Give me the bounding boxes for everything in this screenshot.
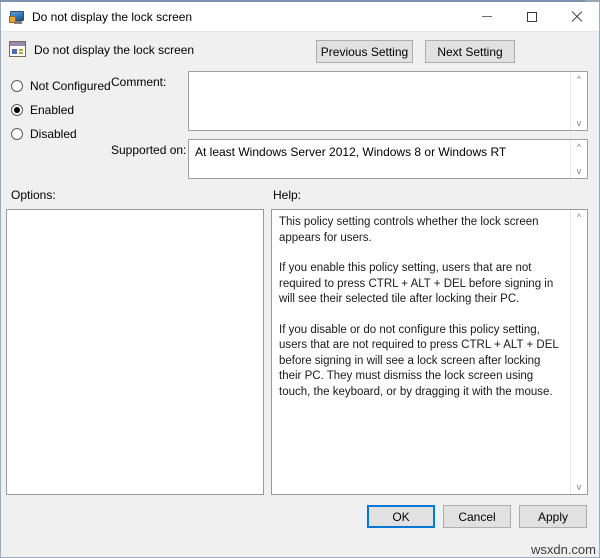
help-section-label: Help: [273,188,301,202]
scroll-down-icon[interactable]: v [571,116,587,130]
scroll-up-icon[interactable]: ^ [571,210,587,224]
help-paragraph: This policy setting controls whether the… [279,215,564,246]
options-section-label: Options: [11,188,56,202]
footer-buttons: OK Cancel Apply [367,505,587,528]
setting-navigation: Previous Setting Next Setting [316,40,515,63]
ok-button[interactable]: OK [367,505,435,528]
apply-button[interactable]: Apply [519,505,587,528]
scroll-up-icon[interactable]: ^ [571,72,587,86]
scroll-down-icon[interactable]: v [571,480,587,494]
radio-icon [11,104,23,116]
supported-on-scrollbar[interactable]: ^ v [570,140,587,178]
scroll-down-icon[interactable]: v [571,164,587,178]
title-bar: Do not display the lock screen [1,2,599,32]
minimize-button[interactable] [464,2,509,31]
radio-label: Disabled [30,127,77,141]
help-paragraph: If you enable this policy setting, users… [279,261,564,308]
close-icon [571,11,582,22]
close-button[interactable] [554,2,599,31]
cancel-button[interactable]: Cancel [443,505,511,528]
next-setting-button[interactable]: Next Setting [425,40,515,63]
dialog-footer: OK Cancel Apply [1,496,599,544]
dialog-window: Do not display the lock screen Do no [0,2,600,558]
comment-scrollbar[interactable]: ^ v [570,72,587,130]
help-paragraph: If you disable or do not configure this … [279,323,564,401]
setting-form-area: Not Configured Enabled Disabled Comment:… [1,69,599,185]
window-controls [464,2,599,31]
radio-not-configured[interactable]: Not Configured [11,74,111,98]
group-policy-setting-dialog: Do not display the lock screen Do no [0,0,600,558]
comment-label: Comment: [111,75,166,89]
policy-monitor-icon [9,9,25,25]
radio-disabled[interactable]: Disabled [11,122,111,146]
previous-setting-button[interactable]: Previous Setting [316,40,413,63]
radio-enabled[interactable]: Enabled [11,98,111,122]
scroll-up-icon[interactable]: ^ [571,140,587,154]
radio-label: Enabled [30,103,74,117]
supported-on-label: Supported on: [111,143,186,157]
maximize-button[interactable] [509,2,554,31]
supported-on-field[interactable]: At least Windows Server 2012, Windows 8 … [188,139,588,179]
setting-state-radio-group: Not Configured Enabled Disabled [11,74,111,146]
comment-textarea[interactable]: ^ v [188,71,588,131]
help-scrollbar[interactable]: ^ v [570,210,587,494]
policy-name-label: Do not display the lock screen [34,43,194,57]
content-panels: This policy setting controls whether the… [1,209,599,496]
help-text: This policy setting controls whether the… [279,215,564,400]
minimize-icon [482,16,492,17]
setting-header: Do not display the lock screen Previous … [1,32,599,69]
supported-on-value: At least Windows Server 2012, Windows 8 … [195,145,567,160]
maximize-icon [527,12,537,22]
help-panel: This policy setting controls whether the… [271,209,588,495]
radio-label: Not Configured [30,79,111,93]
window-title: Do not display the lock screen [32,10,192,24]
radio-icon [11,128,23,140]
section-labels: Options: Help: [1,185,599,209]
radio-icon [11,80,23,92]
options-panel[interactable] [6,209,264,495]
group-policy-setting-icon [9,41,26,57]
